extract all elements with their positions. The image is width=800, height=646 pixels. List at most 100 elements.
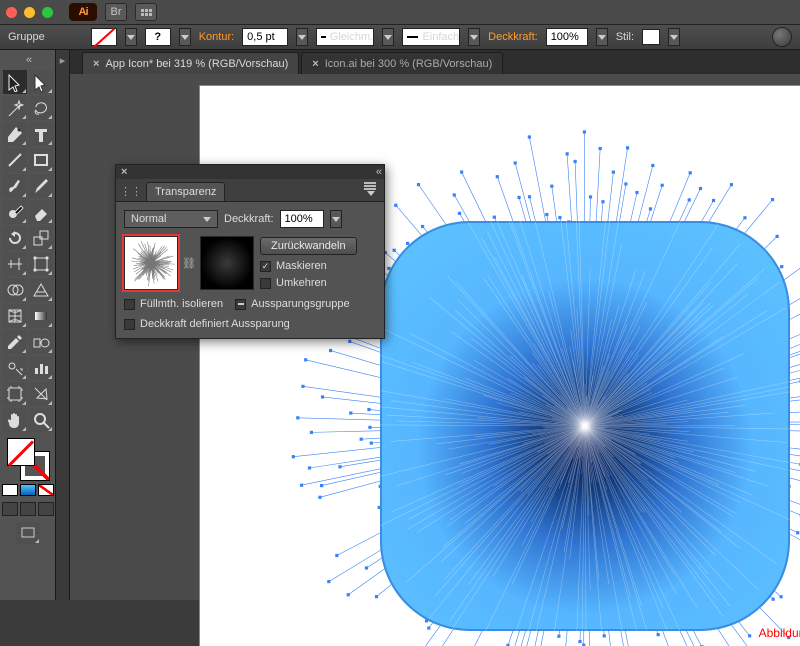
- tools-collapse[interactable]: «: [0, 54, 56, 66]
- dock-strip[interactable]: ▸: [56, 50, 70, 600]
- tool-scale[interactable]: [29, 226, 53, 250]
- color-mode-none[interactable]: [38, 484, 54, 496]
- tools-panel: «: [0, 50, 56, 600]
- tool-perspective[interactable]: [29, 278, 53, 302]
- opacity-field[interactable]: 100%: [546, 28, 588, 46]
- tool-slice[interactable]: [29, 382, 53, 406]
- stroke-label: Kontur:: [199, 31, 234, 43]
- tool-graph[interactable]: [29, 356, 53, 380]
- zoom-window-button[interactable]: [42, 7, 53, 18]
- tool-free-transform[interactable]: [29, 252, 53, 276]
- control-bar: Gruppe Kontur: 0,5 pt Gleichm. Einfach D…: [0, 24, 800, 50]
- draw-inside[interactable]: [38, 502, 54, 516]
- tool-blend[interactable]: [29, 330, 53, 354]
- opacity-menu[interactable]: [596, 28, 608, 46]
- tool-pencil[interactable]: [29, 174, 53, 198]
- stroke-profile-menu[interactable]: [382, 28, 394, 46]
- tool-symbol-spray[interactable]: [3, 356, 27, 380]
- tool-eraser[interactable]: [29, 200, 53, 224]
- dock-expand-icon[interactable]: ▸: [56, 54, 69, 67]
- tool-shape-builder[interactable]: [3, 278, 27, 302]
- document-tab[interactable]: × Icon.ai bei 300 % (RGB/Vorschau): [301, 52, 503, 74]
- panel-grip-icon[interactable]: ⋮⋮: [120, 185, 142, 198]
- stroke-swatch[interactable]: [145, 28, 171, 46]
- invert-checkbox[interactable]: Umkehren: [260, 277, 357, 289]
- tool-eyedropper[interactable]: [3, 330, 27, 354]
- stroke-weight-menu[interactable]: [296, 28, 308, 46]
- stroke-weight-field[interactable]: 0,5 pt: [242, 28, 288, 46]
- window-traffic-lights: [6, 7, 53, 18]
- tool-mesh[interactable]: [3, 304, 27, 328]
- brush-def[interactable]: Einfach: [402, 28, 460, 46]
- tool-brush[interactable]: [3, 174, 27, 198]
- stroke-profile[interactable]: Gleichm.: [316, 28, 374, 46]
- collapse-panel-icon[interactable]: «: [376, 166, 379, 178]
- style-label: Stil:: [616, 31, 634, 43]
- opacity-defines-knockout-checkbox[interactable]: Deckkraft definiert Aussparung: [124, 318, 376, 330]
- brush-def-menu[interactable]: [468, 28, 480, 46]
- app-badge: Ai: [69, 3, 97, 21]
- document-tab-label: Icon.ai bei 300 % (RGB/Vorschau): [325, 58, 493, 70]
- selection-kind-label: Gruppe: [8, 31, 45, 43]
- clip-checkbox[interactable]: ✓Maskieren: [260, 260, 357, 272]
- tool-rotate[interactable]: [3, 226, 27, 250]
- graphic-style-swatch[interactable]: [642, 29, 660, 45]
- tool-direct-selection[interactable]: [29, 70, 53, 94]
- close-tab-icon[interactable]: ×: [93, 58, 99, 70]
- control-overflow-button[interactable]: [772, 27, 792, 47]
- opacity-mask-art-thumb[interactable]: [124, 236, 178, 290]
- panel-opacity-menu[interactable]: [330, 210, 342, 228]
- release-mask-button[interactable]: Zurückwandeln: [260, 237, 357, 255]
- close-tab-icon[interactable]: ×: [312, 58, 318, 70]
- arrange-documents-button[interactable]: [135, 3, 157, 21]
- tool-lasso[interactable]: [29, 96, 53, 120]
- close-panel-icon[interactable]: ×: [121, 166, 127, 178]
- tool-zoom[interactable]: [29, 408, 53, 432]
- screen-mode-button[interactable]: [16, 522, 40, 544]
- color-mode-row: [2, 484, 54, 496]
- panel-opacity-label: Deckkraft:: [224, 213, 274, 225]
- transparency-panel[interactable]: × « ⋮⋮ Transparenz Normal Deckkraft: 100…: [115, 164, 385, 339]
- tool-blob[interactable]: [3, 200, 27, 224]
- document-tab-label: App Icon* bei 319 % (RGB/Vorschau): [105, 58, 288, 70]
- panel-tab-transparency[interactable]: Transparenz: [146, 182, 225, 201]
- tool-rectangle[interactable]: [29, 148, 53, 172]
- document-tabstrip: × App Icon* bei 319 % (RGB/Vorschau) × I…: [0, 50, 800, 74]
- tool-type[interactable]: [29, 122, 53, 146]
- panel-header[interactable]: × «: [116, 165, 384, 179]
- fill-stroke-proxy[interactable]: [7, 438, 49, 480]
- draw-behind[interactable]: [20, 502, 36, 516]
- minimize-window-button[interactable]: [24, 7, 35, 18]
- tool-wand[interactable]: [3, 96, 27, 120]
- opacity-mask-mask-thumb[interactable]: [200, 236, 254, 290]
- color-mode-solid[interactable]: [2, 484, 18, 496]
- tool-artboard[interactable]: [3, 382, 27, 406]
- link-mask-icon[interactable]: ⛓: [184, 254, 194, 272]
- tool-width[interactable]: [3, 252, 27, 276]
- graphic-style-menu[interactable]: [668, 28, 680, 46]
- screen-mode-row: [2, 502, 54, 516]
- tool-pen[interactable]: [3, 122, 27, 146]
- tool-gradient[interactable]: [29, 304, 53, 328]
- draw-normal[interactable]: [2, 502, 18, 516]
- tool-line[interactable]: [3, 148, 27, 172]
- tool-hand[interactable]: [3, 408, 27, 432]
- blend-mode-select[interactable]: Normal: [124, 210, 218, 228]
- window-titlebar: Ai Br: [0, 0, 800, 24]
- artwork-app-icon[interactable]: [380, 221, 790, 631]
- isolate-blending-checkbox[interactable]: Füllmth. isolieren: [124, 298, 223, 310]
- knockout-group-checkbox[interactable]: Aussparungsgruppe: [235, 298, 349, 310]
- color-mode-gradient[interactable]: [20, 484, 36, 496]
- fill-proxy[interactable]: [7, 438, 35, 466]
- bridge-button[interactable]: Br: [105, 3, 127, 21]
- figure-caption: Abbildung: 25: [759, 626, 800, 640]
- fill-swatch-menu[interactable]: [125, 28, 137, 46]
- panel-menu-button[interactable]: [360, 185, 380, 199]
- document-tab[interactable]: × App Icon* bei 319 % (RGB/Vorschau): [82, 52, 299, 74]
- stroke-swatch-menu[interactable]: [179, 28, 191, 46]
- close-window-button[interactable]: [6, 7, 17, 18]
- opacity-label: Deckkraft:: [488, 31, 538, 43]
- panel-opacity-field[interactable]: 100%: [280, 210, 324, 228]
- tool-selection[interactable]: [3, 70, 27, 94]
- fill-swatch[interactable]: [91, 28, 117, 46]
